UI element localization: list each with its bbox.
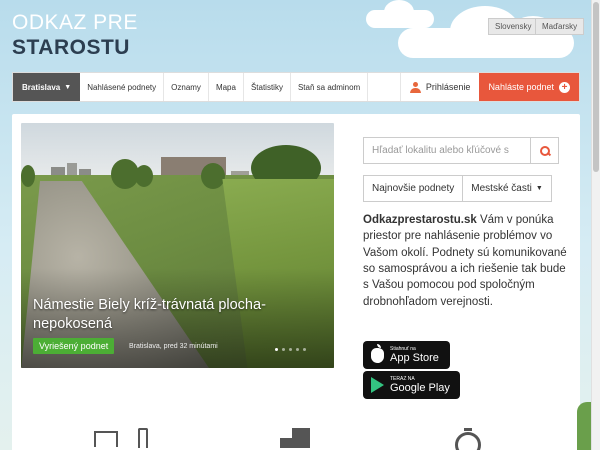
search-icon	[539, 145, 550, 156]
carousel-dot[interactable]	[275, 348, 278, 351]
cloud-decoration	[366, 0, 434, 28]
nav-item-become-admin[interactable]: Staň sa adminom	[291, 73, 369, 101]
nav-spacer	[368, 73, 401, 101]
plant-decoration	[577, 402, 591, 450]
apple-icon	[370, 343, 384, 363]
hero-issue-meta: Bratislava, pred 32 minútami	[129, 343, 218, 350]
search-form: Hľadať lokalitu alebo kľúčové s	[363, 137, 559, 164]
newest-issues-button[interactable]: Najnovšie podnety	[363, 175, 464, 202]
search-button[interactable]	[530, 137, 559, 164]
google-play-badge[interactable]: TERAZ NA Google Play	[363, 371, 460, 399]
hero-carousel[interactable]: Námestie Biely kríž-trávnatá plocha-nepo…	[21, 123, 334, 368]
status-badge: Vyriešený podnet	[33, 338, 115, 354]
carousel-indicators	[275, 348, 306, 351]
feature-devices	[94, 428, 148, 448]
app-store-label: App Store	[390, 351, 439, 364]
google-play-small-text: TERAZ NA	[390, 375, 415, 382]
nav-item-statistics[interactable]: Štatistiky	[244, 73, 291, 101]
report-label: Nahláste podnet	[488, 82, 554, 92]
scrollbar-thumb[interactable]	[593, 2, 599, 172]
districts-label: Mestské časti	[471, 183, 532, 194]
city-label: Bratislava	[22, 82, 61, 92]
report-issue-button[interactable]: Nahláste podnet +	[479, 73, 579, 101]
language-switch-slovak[interactable]: Slovensky	[488, 18, 539, 35]
language-slovak[interactable]: Slovensky	[488, 18, 539, 35]
stopwatch-icon	[454, 428, 482, 450]
search-input[interactable]: Hľadať lokalitu alebo kľúčové s	[363, 137, 530, 164]
main-navigation: Bratislava ▼ Nahlásené podnety Oznamy Ma…	[12, 72, 580, 102]
devices-icon	[94, 428, 148, 448]
google-play-text: TERAZ NA Google Play	[390, 375, 450, 394]
nav-item-reported[interactable]: Nahlásené podnety	[80, 73, 165, 101]
issue-filters: Najnovšie podnety Mestské časti ▼	[363, 175, 552, 202]
login-label: Prihlásenie	[425, 82, 471, 92]
carousel-dot[interactable]	[289, 348, 292, 351]
app-store-badge[interactable]: Stiahnuť na App Store	[363, 341, 450, 369]
language-hungarian[interactable]: Maďarsky	[535, 18, 585, 35]
logo-line2: STAROSTU	[12, 36, 130, 59]
google-play-label: Google Play	[390, 381, 450, 394]
hero-issue-title[interactable]: Námestie Biely kríž-trávnatá plocha-nepo…	[33, 296, 323, 334]
feature-speed	[454, 428, 482, 450]
language-switch-hungarian[interactable]: Maďarsky	[535, 18, 585, 35]
city-dropdown[interactable]: Bratislava ▼	[13, 73, 81, 101]
about-brand: Odkazprestarostu.sk	[363, 214, 477, 226]
page-scrollbar[interactable]	[591, 0, 600, 450]
logo-line1: ODKAZ PRE	[12, 11, 138, 34]
site-logo[interactable]: ODKAZ PRE STAROSTU	[12, 12, 138, 58]
user-icon	[409, 81, 421, 93]
login-link[interactable]: Prihlásenie	[401, 73, 480, 101]
main-panel: Námestie Biely kríž-trávnatá plocha-nepo…	[12, 114, 580, 450]
feature-city	[280, 428, 312, 448]
app-store-text: Stiahnuť na App Store	[390, 345, 439, 364]
about-body: Vám v ponúka priestor pre nahlásenie pro…	[363, 214, 567, 308]
chevron-down-icon: ▼	[64, 83, 72, 91]
plus-icon: +	[559, 81, 570, 93]
districts-dropdown[interactable]: Mestské časti ▼	[463, 175, 552, 202]
nav-item-map[interactable]: Mapa	[209, 73, 244, 101]
nav-item-announcements[interactable]: Oznamy	[164, 73, 209, 101]
carousel-dot[interactable]	[282, 348, 285, 351]
carousel-dot[interactable]	[296, 348, 299, 351]
city-icon	[280, 428, 312, 448]
chevron-down-icon: ▼	[535, 185, 543, 192]
about-text: Odkazprestarostu.sk Vám v ponúka priesto…	[363, 212, 568, 310]
play-icon	[370, 377, 384, 393]
carousel-dot[interactable]	[303, 348, 306, 351]
app-store-small-text: Stiahnuť na	[390, 345, 416, 352]
